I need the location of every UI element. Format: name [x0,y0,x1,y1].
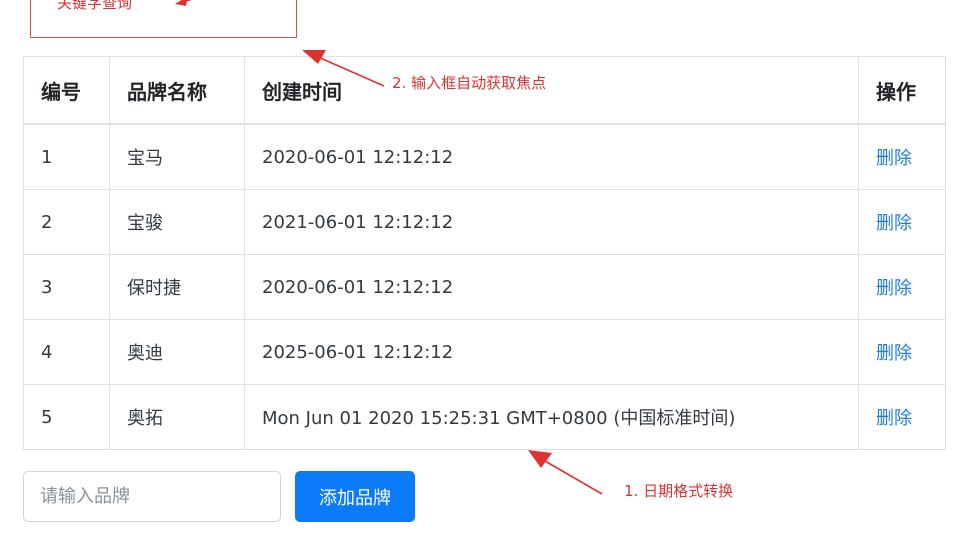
add-brand-button[interactable]: 添加品牌 [295,471,415,522]
cell-name: 奥拓 [109,384,245,450]
table-row: 2 宝骏 2021-06-01 12:12:12 删除 [23,189,946,255]
delete-button[interactable]: 删除 [876,343,912,364]
cell-op: 删除 [858,189,946,255]
cell-op: 删除 [858,123,946,190]
cell-time: 2021-06-01 12:12:12 [244,189,859,255]
cell-op: 删除 [858,319,946,385]
cell-time: Mon Jun 01 2020 15:25:31 GMT+0800 (中国标准时… [244,384,859,450]
table-row: 3 保时捷 2020-06-01 12:12:12 删除 [23,254,946,320]
cell-op: 删除 [858,254,946,320]
brand-input[interactable] [23,471,281,522]
cell-op: 删除 [858,384,946,450]
header-name: 品牌名称 [109,56,245,125]
cell-name: 宝马 [109,123,245,190]
table-row: 1 宝马 2020-06-01 12:12:12 删除 [23,123,946,190]
date-annotation: 1. 日期格式转换 [624,482,734,500]
cell-name: 奥迪 [109,319,245,385]
delete-button[interactable]: 删除 [876,278,912,299]
table-row: 4 奥迪 2025-06-01 12:12:12 删除 [23,319,946,385]
cell-id: 3 [23,254,110,320]
cell-name: 宝骏 [109,189,245,255]
search-annotation-label: 关键字查询 [57,0,133,12]
cell-name: 保时捷 [109,254,245,320]
brand-table: 编号 品牌名称 创建时间 操作 1 宝马 2020-06-01 12:12:12… [23,56,946,450]
delete-button[interactable]: 删除 [876,408,912,429]
table-row: 5 奥拓 Mon Jun 01 2020 15:25:31 GMT+0800 (… [23,384,946,450]
cell-id: 4 [23,319,110,385]
delete-button[interactable]: 删除 [876,148,912,169]
focus-annotation: 2. 输入框自动获取焦点 [392,74,547,92]
cell-id: 1 [23,123,110,190]
header-time: 创建时间 [244,56,859,125]
header-op: 操作 [858,56,946,125]
cell-time: 2020-06-01 12:12:12 [244,254,859,320]
header-id: 编号 [23,56,110,125]
search-annotation-box: 关键字查询 [30,0,297,38]
date-arrow-icon [528,450,603,495]
delete-button[interactable]: 删除 [876,213,912,234]
cell-id: 2 [23,189,110,255]
cell-id: 5 [23,384,110,450]
cell-time: 2025-06-01 12:12:12 [244,319,859,385]
cell-time: 2020-06-01 12:12:12 [244,123,859,190]
